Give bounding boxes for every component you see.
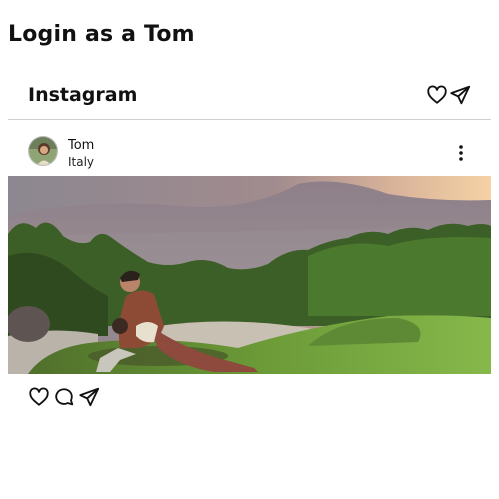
post-username[interactable]: Tom <box>68 138 94 153</box>
post-header: Tom Italy <box>8 132 491 174</box>
paper-plane-icon[interactable] <box>449 84 471 106</box>
post-location[interactable]: Italy <box>68 155 94 169</box>
more-vertical-icon[interactable] <box>456 144 466 162</box>
instagram-header: Instagram <box>8 78 491 120</box>
page-title: Login as a Tom <box>8 22 195 47</box>
comment-icon[interactable] <box>53 386 75 408</box>
paper-plane-icon[interactable] <box>78 386 100 408</box>
avatar[interactable] <box>28 136 58 166</box>
heart-icon[interactable] <box>426 84 448 106</box>
heart-icon[interactable] <box>28 386 50 408</box>
instagram-logo-text[interactable]: Instagram <box>28 84 137 106</box>
post-image[interactable] <box>8 176 491 374</box>
